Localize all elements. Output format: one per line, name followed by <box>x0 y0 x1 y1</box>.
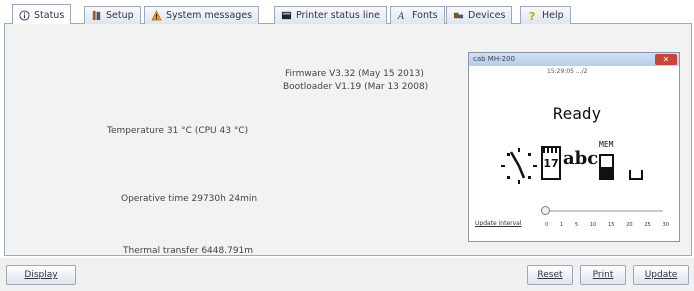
info-icon <box>19 9 30 21</box>
firmware-version: Firmware V3.32 (May 15 2013) <box>285 69 424 79</box>
tab-label: Fonts <box>412 10 438 21</box>
thermal-transfer-readout: Thermal transfer 6448.791m <box>123 246 254 256</box>
slider-tick: 25 <box>644 222 651 228</box>
font-icon: A <box>397 11 405 21</box>
slider-tick: 0 <box>545 222 549 228</box>
temperature-readout: Temperature 31 °C (CPU 43 °C) <box>107 126 249 136</box>
tab-system-messages[interactable]: System messages <box>144 6 260 24</box>
close-button[interactable]: ✕ <box>655 54 677 65</box>
window-title: cab MH-200 <box>473 55 515 63</box>
svg-text:?: ? <box>529 10 535 21</box>
warning-icon <box>151 10 162 21</box>
update-button[interactable]: Update <box>633 265 689 285</box>
help-icon: ? <box>529 10 535 21</box>
update-interval-slider[interactable] <box>541 206 667 216</box>
tab-devices[interactable]: Devices <box>446 6 513 24</box>
mem-label: MEM <box>599 140 614 149</box>
slider-tick: 20 <box>626 222 633 228</box>
tab-status[interactable]: Status <box>12 4 72 25</box>
abc-font-sample: abc <box>563 148 599 169</box>
calendar-icon: 17 <box>541 146 561 180</box>
calendar-day: 17 <box>543 157 559 170</box>
tab-label: Printer status line <box>296 10 380 21</box>
clock-icon <box>501 148 537 184</box>
display-status-text: Ready <box>553 104 602 123</box>
tab-label: Status <box>34 9 65 21</box>
memory-card-icon <box>599 154 614 180</box>
close-icon: ✕ <box>662 55 670 64</box>
slider-tick: 1 <box>559 222 564 228</box>
tab-label: Help <box>542 10 564 21</box>
display-button[interactable]: Display <box>6 265 76 285</box>
tab-bar: Status Setup System messages Printer sta… <box>4 3 692 25</box>
display-header: 15:29:05 .../2 <box>547 68 588 75</box>
reset-button[interactable]: Reset <box>527 265 573 285</box>
tab-printer-status-line[interactable]: Printer status line <box>274 6 387 24</box>
bottom-button-bar: Display Reset Print Update <box>0 258 694 291</box>
svg-text:A: A <box>397 11 405 21</box>
slider-ticks: 0 1 5 10 15 20 25 30 <box>545 222 669 232</box>
bootloader-version: Bootloader V1.19 (Mar 13 2008) <box>283 82 429 92</box>
tab-setup[interactable]: Setup <box>84 6 141 24</box>
slider-thumb[interactable] <box>541 206 550 215</box>
tab-fonts[interactable]: A Fonts <box>390 6 445 24</box>
slider-tick: 30 <box>662 222 669 228</box>
slider-tick: 10 <box>589 222 597 228</box>
update-interval-label: Update interval <box>475 220 522 227</box>
display-icon <box>281 11 292 20</box>
tab-label: Setup <box>106 10 134 21</box>
devices-icon <box>453 12 464 19</box>
display-screen: 15:29:05 .../2 Ready 17 abc MEM Update i… <box>469 66 679 241</box>
print-button[interactable]: Print <box>580 265 626 285</box>
window-title-bar: cab MH-200 ✕ <box>469 53 679 66</box>
slider-tick: 5 <box>574 222 579 228</box>
slider-tick: 15 <box>608 222 615 228</box>
tools-icon <box>92 10 101 21</box>
operative-time-readout: Operative time 29730h 24min <box>121 194 258 204</box>
tab-label: Devices <box>468 10 506 21</box>
tab-label: System messages <box>166 10 253 21</box>
media-empty-icon <box>629 170 643 180</box>
tab-help[interactable]: ? Help <box>520 6 571 24</box>
printer-display-window: cab MH-200 ✕ 15:29:05 .../2 Ready 17 abc… <box>468 52 680 242</box>
